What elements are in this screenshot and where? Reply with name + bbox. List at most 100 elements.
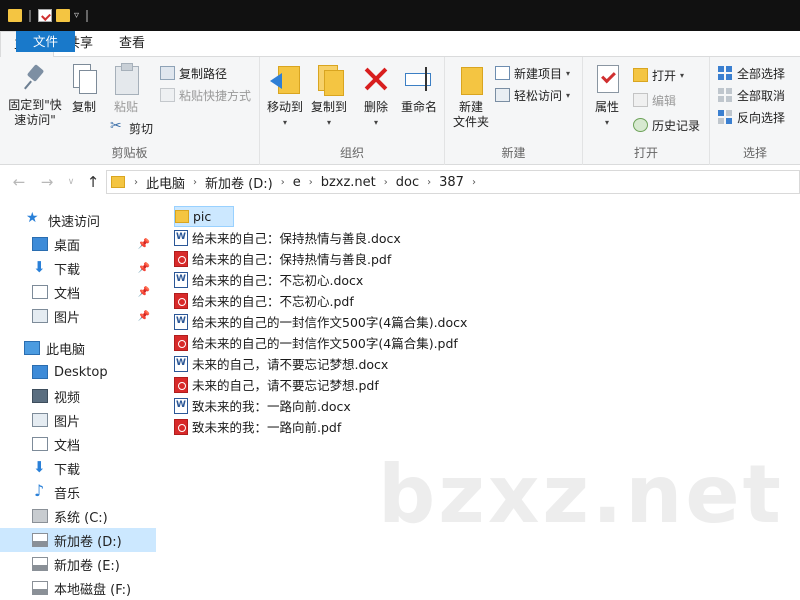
open-group: 属性 ▾ 打开 ▾ 编辑 历史记录 打开 xyxy=(583,57,710,165)
pin-to-quick-access-button[interactable]: 固定到"快 速访问" xyxy=(4,63,66,128)
folder-icon[interactable] xyxy=(8,9,22,22)
copy-path-button[interactable]: 复制路径 xyxy=(160,63,227,83)
sidebar-item-label: 视频 xyxy=(54,390,81,406)
list-item-file[interactable]: 给未来的自己的一封信作文500字(4篇合集).docx xyxy=(174,311,467,332)
properties-icon[interactable] xyxy=(38,9,52,22)
list-item-file[interactable]: 给未来的自己：不忘初心.pdf xyxy=(174,290,354,311)
cut-button[interactable]: 剪切 xyxy=(110,118,153,138)
copy-icon xyxy=(71,63,97,95)
sidebar-item-label: 此电脑 xyxy=(46,342,86,358)
word-document-icon xyxy=(174,397,188,414)
list-item-file[interactable]: 致未来的我：一路向前.pdf xyxy=(174,416,341,437)
breadcrumb-item[interactable]: 此电脑 xyxy=(141,173,190,192)
sidebar-item-downloads-pc[interactable]: 下载 xyxy=(0,456,156,480)
invert-selection-button[interactable]: 反向选择 xyxy=(718,107,785,127)
sidebar-item-music[interactable]: 音乐 xyxy=(0,480,156,504)
file-name: pic xyxy=(193,209,212,224)
sidebar-item-this-pc[interactable]: 此电脑 xyxy=(0,336,156,360)
back-arrow-icon[interactable]: ← xyxy=(10,172,28,192)
open-button[interactable]: 打开 ▾ xyxy=(633,65,684,85)
list-item-file[interactable]: 未来的自己，请不要忘记梦想.pdf xyxy=(174,374,379,395)
list-item-file[interactable]: 给未来的自己：不忘初心.docx xyxy=(174,269,363,290)
sidebar-item-label: 图片 xyxy=(54,414,81,430)
sidebar-item-desktop-pc[interactable]: Desktop xyxy=(0,360,156,384)
history-button[interactable]: 历史记录 xyxy=(633,115,700,135)
computer-icon xyxy=(24,341,40,355)
delete-label: 删除 xyxy=(363,100,388,114)
new-folder-button[interactable]: 新建 文件夹 xyxy=(451,63,491,130)
copy-to-button[interactable]: 复制到 ▾ xyxy=(308,63,350,130)
breadcrumb-item[interactable]: doc xyxy=(391,175,424,190)
select-group: 全部选择 全部取消 反向选择 选择 xyxy=(710,57,800,165)
breadcrumb-separator-icon[interactable]: › xyxy=(306,177,316,188)
chevron-down-icon[interactable]: ▿ xyxy=(74,10,79,21)
select-all-button[interactable]: 全部选择 xyxy=(718,63,785,83)
watermark: bzxz.net xyxy=(378,448,784,541)
sidebar-item-quick-access[interactable]: 快速访问 xyxy=(0,208,156,232)
rename-icon xyxy=(403,63,435,95)
word-document-icon xyxy=(174,313,188,330)
list-item-file[interactable]: 未来的自己，请不要忘记梦想.docx xyxy=(174,353,388,374)
new-folder-label-line2: 文件夹 xyxy=(452,115,489,129)
sidebar-item-documents-pc[interactable]: 文档 xyxy=(0,432,156,456)
paste-button[interactable]: 粘贴 xyxy=(108,63,144,115)
breadcrumb-item[interactable]: 387 xyxy=(434,175,469,190)
new-folder-icon[interactable] xyxy=(56,9,70,22)
file-name: 给未来的自己：不忘初心.pdf xyxy=(192,294,354,309)
delete-button[interactable]: 删除 ▾ xyxy=(358,63,394,130)
chevron-down-icon: ▾ xyxy=(604,118,609,127)
copy-button[interactable]: 复制 xyxy=(66,63,102,115)
list-item-folder[interactable]: pic xyxy=(174,206,234,227)
sidebar-item-drive-c[interactable]: 系统 (C:) xyxy=(0,504,156,528)
up-arrow-icon[interactable]: ↑ xyxy=(84,172,102,192)
list-item-file[interactable]: 给未来的自己的一封信作文500字(4篇合集).pdf xyxy=(174,332,458,353)
edit-button[interactable]: 编辑 xyxy=(633,90,676,110)
paste-shortcut-button[interactable]: 粘贴快捷方式 xyxy=(160,85,251,105)
new-item-button[interactable]: 新建项目 ▾ xyxy=(495,63,570,83)
select-all-icon xyxy=(718,66,733,80)
breadcrumb-item[interactable]: 新加卷 (D:) xyxy=(200,173,278,192)
new-folder-label-line1: 新建 xyxy=(458,100,483,114)
breadcrumb-separator-icon[interactable]: › xyxy=(190,177,200,188)
list-item-file[interactable]: 致未来的我：一路向前.docx xyxy=(174,395,351,416)
drive-icon xyxy=(32,533,48,547)
recent-locations-chevron-icon[interactable]: ∨ xyxy=(62,172,80,192)
breadcrumb-separator-icon[interactable]: › xyxy=(469,177,479,188)
select-none-button[interactable]: 全部取消 xyxy=(718,85,785,105)
breadcrumb-separator-icon[interactable]: › xyxy=(381,177,391,188)
breadcrumb-item[interactable]: e xyxy=(288,175,306,190)
sidebar-item-downloads[interactable]: 下载 📌 xyxy=(0,256,156,280)
sidebar-item-desktop[interactable]: 桌面 📌 xyxy=(0,232,156,256)
breadcrumb-separator-icon[interactable]: › xyxy=(131,177,141,188)
scissors-icon xyxy=(110,118,125,135)
properties-button[interactable]: 属性 ▾ xyxy=(589,63,625,130)
breadcrumb-item[interactable]: bzxz.net xyxy=(316,175,381,190)
breadcrumb-separator-icon[interactable]: › xyxy=(278,177,288,188)
sidebar-item-pictures[interactable]: 图片 📌 xyxy=(0,304,156,328)
sidebar-item-videos[interactable]: 视频 xyxy=(0,384,156,408)
list-item-file[interactable]: 给未来的自己：保持热情与善良.pdf xyxy=(174,248,391,269)
breadcrumb-separator-icon[interactable]: › xyxy=(424,177,434,188)
sidebar-item-documents[interactable]: 文档 📌 xyxy=(0,280,156,304)
rename-button[interactable]: 重命名 xyxy=(398,63,440,115)
delete-icon xyxy=(361,63,391,95)
copy-to-icon xyxy=(314,63,344,96)
drive-icon xyxy=(32,581,48,595)
music-icon xyxy=(32,481,48,500)
sidebar-item-label: 新加卷 (D:) xyxy=(54,534,122,550)
list-item-file[interactable]: 给未来的自己：保持热情与善良.docx xyxy=(174,227,401,248)
sidebar-item-drive-e[interactable]: 新加卷 (E:) xyxy=(0,552,156,576)
navigation-pane: 快速访问 桌面 📌 下载 📌 文档 📌 图片 📌 此电脑 Desktop 视频 … xyxy=(0,198,158,600)
new-item-label: 新建项目 xyxy=(514,66,563,81)
tab-view[interactable]: 查看 xyxy=(106,31,158,57)
move-to-icon xyxy=(270,63,300,95)
address-bar[interactable]: › 此电脑 › 新加卷 (D:) › e › bzxz.net › doc › … xyxy=(106,170,800,194)
sidebar-item-pictures-pc[interactable]: 图片 xyxy=(0,408,156,432)
sidebar-item-drive-d[interactable]: 新加卷 (D:) xyxy=(0,528,156,552)
move-to-button[interactable]: 移动到 ▾ xyxy=(264,63,306,130)
desktop-icon xyxy=(32,237,48,251)
easy-access-button[interactable]: 轻松访问 ▾ xyxy=(495,85,570,105)
forward-arrow-icon[interactable]: → xyxy=(38,172,56,192)
tab-file[interactable]: 文件 xyxy=(16,31,76,52)
sidebar-item-drive-f[interactable]: 本地磁盘 (F:) xyxy=(0,576,156,600)
